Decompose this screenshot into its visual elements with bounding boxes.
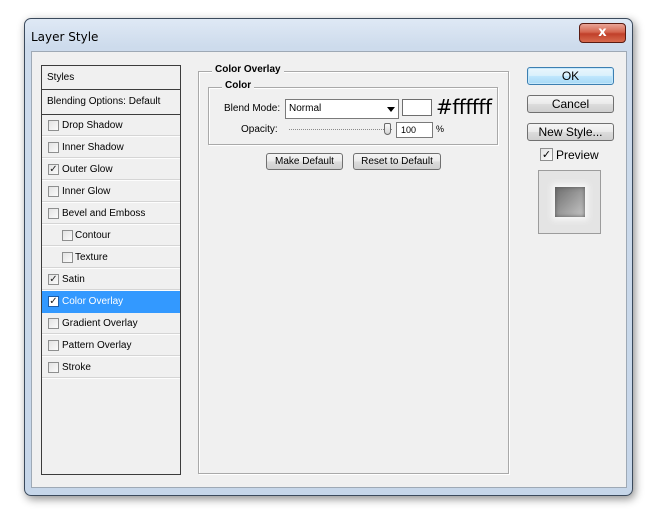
reset-to-default-button[interactable]: Reset to Default — [353, 153, 441, 170]
style-item-pattern-overlay[interactable]: Pattern Overlay — [42, 335, 180, 357]
style-item-bevel-and-emboss[interactable]: Bevel and Emboss — [42, 203, 180, 225]
color-hex-label: #ffffff — [436, 95, 492, 119]
style-item-inner-glow[interactable]: Inner Glow — [42, 181, 180, 203]
style-item-checkbox[interactable]: ✓ — [48, 274, 59, 285]
style-item-inner-shadow[interactable]: Inner Shadow — [42, 137, 180, 159]
blend-mode-select[interactable]: Normal — [285, 99, 399, 119]
blending-options-item[interactable]: Blending Options: Default — [42, 90, 180, 115]
style-item-checkbox[interactable]: ✓ — [48, 296, 59, 307]
overlay-color-swatch[interactable] — [402, 99, 432, 116]
color-subgroup-title: Color — [222, 80, 255, 91]
style-item-checkbox[interactable] — [48, 142, 59, 153]
make-default-button[interactable]: Make Default — [266, 153, 343, 170]
style-item-checkbox[interactable] — [48, 120, 59, 131]
style-item-label: Stroke — [62, 362, 91, 373]
preview-swatch — [555, 187, 585, 217]
style-item-checkbox[interactable] — [62, 230, 73, 241]
close-icon: x — [598, 25, 607, 40]
styles-header[interactable]: Styles — [42, 66, 180, 90]
style-item-label: Contour — [75, 230, 111, 241]
check-icon: ✓ — [49, 296, 58, 307]
styles-header-label: Styles — [47, 72, 75, 83]
style-item-satin[interactable]: ✓ Satin — [42, 269, 180, 291]
blending-options-label: Blending Options: Default — [47, 96, 161, 107]
ok-button[interactable]: OK — [527, 67, 614, 85]
style-item-label: Color Overlay — [62, 296, 124, 307]
style-preview-thumbnail — [538, 170, 601, 234]
style-item-texture[interactable]: Texture — [42, 247, 180, 269]
preview-label: Preview — [556, 148, 599, 162]
style-item-checkbox[interactable] — [48, 318, 59, 329]
style-item-label: Inner Shadow — [62, 142, 124, 153]
blend-mode-value: Normal — [289, 103, 322, 114]
style-item-label: Outer Glow — [62, 164, 113, 175]
opacity-unit: % — [436, 124, 445, 134]
style-item-gradient-overlay[interactable]: Gradient Overlay — [42, 313, 180, 335]
style-item-label: Pattern Overlay — [62, 340, 132, 351]
styles-list: Styles Blending Options: Default Drop Sh… — [41, 65, 181, 475]
preview-check-icon: ✓ — [541, 148, 552, 161]
style-item-label: Inner Glow — [62, 186, 111, 197]
style-item-checkbox[interactable] — [48, 340, 59, 351]
style-item-label: Texture — [75, 252, 108, 263]
opacity-slider-thumb[interactable] — [384, 123, 391, 135]
close-button[interactable]: x — [579, 23, 626, 43]
cancel-button[interactable]: Cancel — [527, 95, 614, 113]
style-item-checkbox[interactable]: ✓ — [48, 164, 59, 175]
check-icon: ✓ — [49, 164, 58, 175]
style-item-checkbox[interactable] — [62, 252, 73, 263]
window-title: Layer Style — [31, 30, 99, 44]
style-item-label: Gradient Overlay — [62, 318, 138, 329]
style-item-contour[interactable]: Contour — [42, 225, 180, 247]
color-overlay-title: Color Overlay — [212, 64, 284, 75]
preview-checkbox[interactable]: ✓ — [540, 148, 553, 161]
opacity-label: Opacity: — [241, 124, 278, 135]
opacity-slider-track[interactable] — [289, 129, 392, 130]
style-item-label: Drop Shadow — [62, 120, 123, 131]
blend-mode-label: Blend Mode: — [224, 103, 281, 114]
style-item-checkbox[interactable] — [48, 362, 59, 373]
chevron-down-icon — [387, 107, 395, 112]
opacity-input[interactable]: 100 — [396, 122, 433, 138]
style-item-checkbox[interactable] — [48, 208, 59, 219]
style-item-color-overlay[interactable]: ✓ Color Overlay — [42, 291, 180, 313]
style-item-stroke[interactable]: Stroke — [42, 357, 180, 379]
check-icon: ✓ — [49, 274, 58, 285]
new-style-button[interactable]: New Style... — [527, 123, 614, 141]
style-item-label: Satin — [62, 274, 85, 285]
style-item-outer-glow[interactable]: ✓ Outer Glow — [42, 159, 180, 181]
style-item-checkbox[interactable] — [48, 186, 59, 197]
style-item-label: Bevel and Emboss — [62, 208, 146, 219]
style-item-drop-shadow[interactable]: Drop Shadow — [42, 115, 180, 137]
